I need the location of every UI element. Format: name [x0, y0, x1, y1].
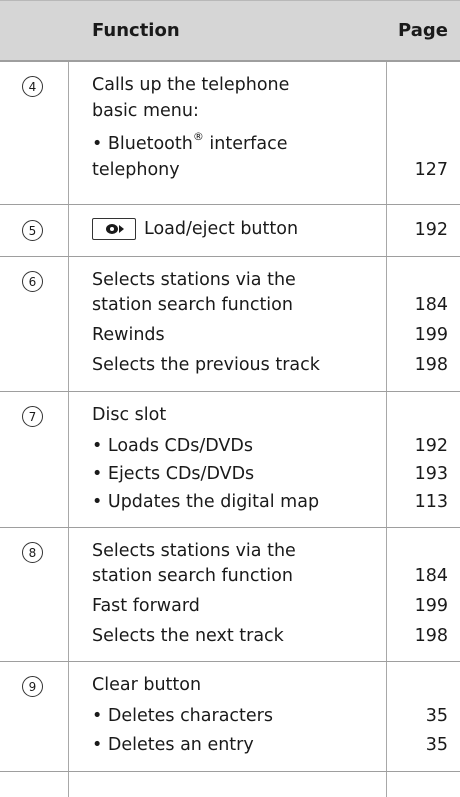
table-header: Function Page — [0, 0, 460, 62]
page-number: 198 — [414, 626, 448, 646]
function-text: Selects the previous track — [92, 355, 320, 375]
page-number: 198 — [414, 355, 448, 375]
function-text: station search function — [92, 295, 293, 315]
page-number: 184 — [414, 295, 448, 315]
function-table: Function Page 4 Calls up the telephone b… — [0, 0, 460, 797]
function-text: Selects the next track — [92, 626, 284, 646]
function-text: Calls up the telephone — [92, 75, 290, 95]
function-text: • Loads CDs/DVDs — [92, 436, 253, 456]
function-text: • Updates the digital map — [92, 492, 320, 512]
page-number: 35 — [425, 735, 448, 755]
table-row: 5 Load/eject button 192 — [0, 205, 460, 257]
item-number: 8 — [22, 542, 43, 563]
item-number: 6 — [22, 271, 43, 292]
page-number: 192 — [414, 436, 448, 456]
page-number: 192 — [414, 220, 448, 240]
function-text: Selects stations via the — [92, 541, 296, 561]
table-row: 8 Selects stations via the station searc… — [0, 528, 460, 662]
function-text: basic menu: — [92, 101, 199, 121]
page-number: 35 — [425, 706, 448, 726]
function-text: Fast forward — [92, 596, 200, 616]
item-number: 5 — [22, 220, 43, 241]
page-number: 193 — [414, 464, 448, 484]
function-text: • Ejects CDs/DVDs — [92, 464, 255, 484]
load-eject-button-icon — [92, 218, 136, 240]
table-row: 9 Clear button • Deletes characters 35 •… — [0, 662, 460, 772]
page-number: 127 — [414, 160, 448, 180]
page-number: 184 — [414, 566, 448, 586]
function-text: • Deletes an entry — [92, 735, 254, 755]
function-text: Clear button — [92, 675, 202, 695]
header-page: Page — [398, 20, 448, 41]
function-text: • Bluetooth® interface — [92, 130, 288, 154]
item-number: 9 — [22, 676, 43, 697]
function-text: Rewinds — [92, 325, 165, 345]
page-number: 199 — [414, 596, 448, 616]
function-text: telephony — [92, 160, 180, 180]
function-text: Load/eject button — [92, 218, 298, 240]
item-number: 7 — [22, 406, 43, 427]
page-number: 113 — [414, 492, 448, 512]
function-text: Disc slot — [92, 405, 167, 425]
table-row: 4 Calls up the telephone basic menu: • B… — [0, 62, 460, 205]
table-row: 7 Disc slot • Loads CDs/DVDs 192 • Eject… — [0, 392, 460, 528]
function-text: • Deletes characters — [92, 706, 273, 726]
function-text: Selects stations via the — [92, 270, 296, 290]
item-number: 4 — [22, 76, 43, 97]
function-text: station search function — [92, 566, 293, 586]
header-function: Function — [92, 20, 180, 41]
table-row: 6 Selects stations via the station searc… — [0, 257, 460, 392]
page-number: 199 — [414, 325, 448, 345]
